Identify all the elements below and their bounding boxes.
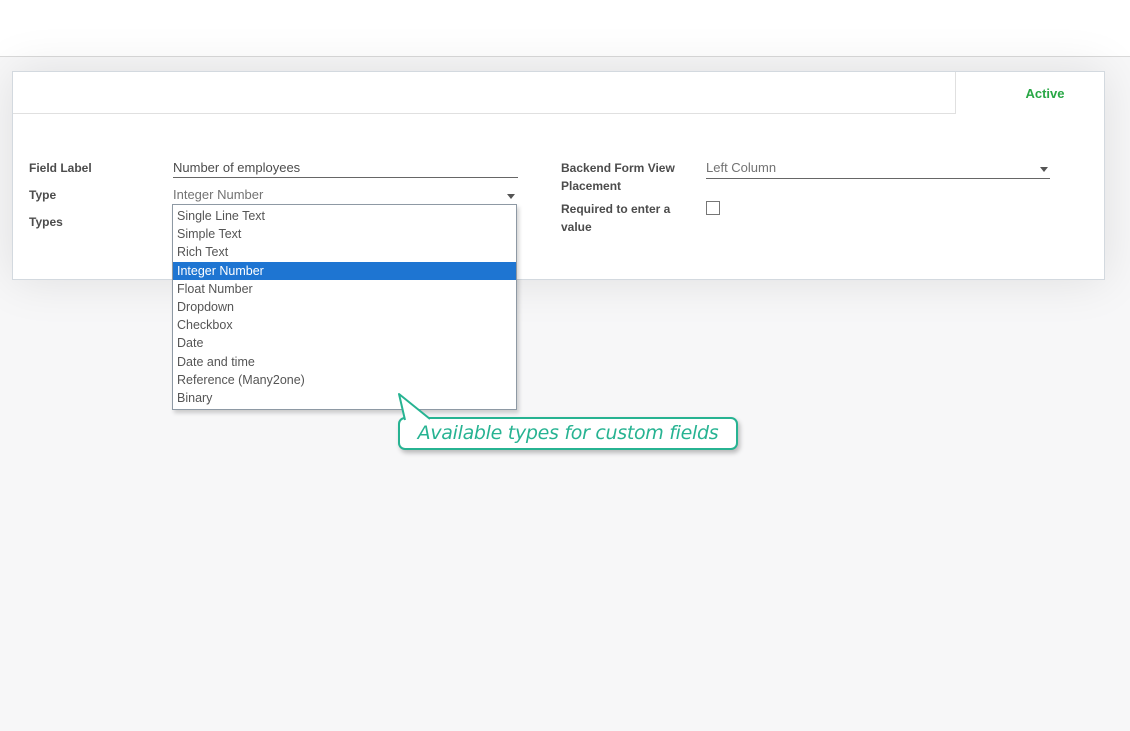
annotation-text: Available types for custom fields — [418, 419, 719, 448]
type-option-rich-text[interactable]: Rich Text — [173, 243, 516, 261]
placement-label: Backend Form View Placement — [561, 159, 683, 195]
top-control-panel — [0, 0, 1130, 57]
types-label: Types — [29, 213, 63, 231]
type-dropdown-list[interactable]: Single Line TextSimple TextRich TextInte… — [172, 204, 517, 410]
type-option-dropdown[interactable]: Dropdown — [173, 298, 516, 316]
chevron-down-icon — [507, 194, 515, 199]
field-label-label: Field Label — [29, 159, 92, 177]
type-option-simple-text[interactable]: Simple Text — [173, 225, 516, 243]
type-select[interactable]: Integer Number — [173, 186, 518, 206]
active-button[interactable]: Active — [955, 72, 1104, 114]
type-option-integer-number[interactable]: Integer Number — [173, 262, 516, 280]
placement-select[interactable]: Left Column — [706, 159, 1050, 179]
field-label-input[interactable]: Number of employees — [173, 158, 518, 178]
form-statusbar: Active — [13, 72, 1104, 114]
annotation-callout: Available types for custom fields — [398, 417, 738, 450]
active-button-label: Active — [1025, 86, 1064, 101]
chevron-down-icon — [1040, 167, 1048, 172]
type-option-date-and-time[interactable]: Date and time — [173, 353, 516, 371]
required-checkbox[interactable] — [706, 201, 720, 215]
type-option-float-number[interactable]: Float Number — [173, 280, 516, 298]
type-select-value: Integer Number — [173, 187, 263, 202]
type-option-reference-many2one-[interactable]: Reference (Many2one) — [173, 371, 516, 389]
type-option-checkbox[interactable]: Checkbox — [173, 316, 516, 334]
screen: Active Field Label Number of employees T… — [0, 0, 1130, 731]
placement-select-value: Left Column — [706, 160, 776, 175]
type-option-single-line-text[interactable]: Single Line Text — [173, 207, 516, 225]
type-option-binary[interactable]: Binary — [173, 389, 516, 407]
type-label: Type — [29, 186, 56, 204]
required-label: Required to enter a value — [561, 200, 683, 236]
callout-tail — [390, 392, 440, 422]
type-option-date[interactable]: Date — [173, 334, 516, 352]
